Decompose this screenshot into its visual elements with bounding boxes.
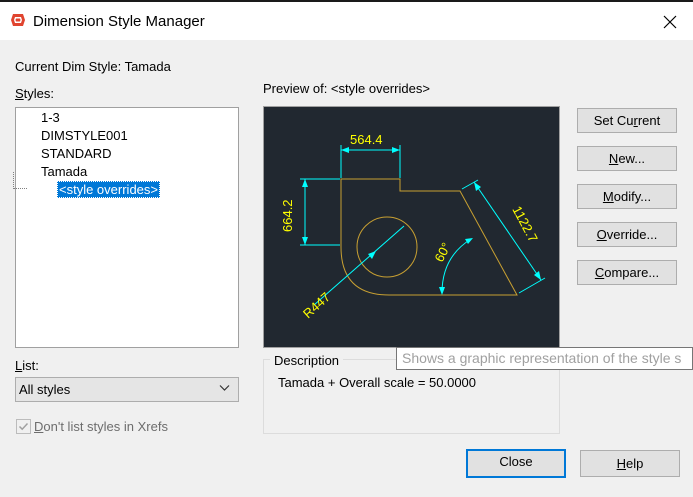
dimension-style-manager-dialog: Dimension Style Manager Current Dim Styl… <box>0 0 693 497</box>
title-bar[interactable]: Dimension Style Manager <box>0 2 693 40</box>
height-dimension <box>300 178 340 246</box>
radius-leader <box>313 225 405 306</box>
width-dim-text: 564.4 <box>350 132 383 147</box>
preview-label: Preview of: <style overrides> <box>263 81 430 96</box>
tree-connector-vertical <box>13 172 14 189</box>
override-button[interactable]: Override... <box>577 222 677 247</box>
style-item-dimstyle001[interactable]: DIMSTYLE001 <box>41 127 128 144</box>
help-button[interactable]: Help <box>580 450 680 477</box>
dimension-preview-drawing: 564.4 664.2 1122.7 60° R447 <box>280 132 546 321</box>
chevron-down-icon <box>219 385 230 391</box>
checkmark-icon <box>18 422 29 431</box>
radius-dim-text: R447 <box>300 289 333 321</box>
height-dim-text: 664.2 <box>280 199 295 232</box>
set-current-button[interactable]: Set Current <box>577 108 677 133</box>
autocad-logo-icon <box>11 14 25 26</box>
new-button[interactable]: New... <box>577 146 677 171</box>
part-outline <box>340 178 518 296</box>
list-label: List: <box>15 358 39 373</box>
preview-tooltip: Shows a graphic representation of the st… <box>396 347 693 370</box>
style-item-style-overrides[interactable]: <style overrides> <box>57 181 160 198</box>
close-window-button[interactable] <box>648 4 692 40</box>
styles-label: Styles: <box>15 86 55 101</box>
style-preview-panel: 564.4 664.2 1122.7 60° R447 <box>263 106 560 348</box>
style-item-tamada[interactable]: Tamada <box>41 163 87 180</box>
style-item-1-3[interactable]: 1-3 <box>41 109 60 126</box>
compare-button[interactable]: Compare... <box>577 260 677 285</box>
list-filter-value: All styles <box>19 382 71 397</box>
styles-list[interactable]: 1-3 DIMSTYLE001 STANDARD Tamada <box>15 107 239 348</box>
description-title: Description <box>270 353 344 368</box>
description-group <box>263 359 560 434</box>
style-item-standard[interactable]: STANDARD <box>41 145 112 162</box>
dont-list-xrefs-label: Don't list styles in Xrefs <box>34 419 168 434</box>
part-hole <box>356 216 418 278</box>
description-text: Tamada + Overall scale = 50.0000 <box>278 375 477 390</box>
tree-connector-horizontal <box>13 188 27 189</box>
current-dim-style-label: Current Dim Style: Tamada <box>15 59 171 74</box>
width-dimension <box>340 145 401 178</box>
window-title: Dimension Style Manager <box>33 13 205 30</box>
diagonal-dim-text: 1122.7 <box>509 203 540 244</box>
angle-dim-text: 60° <box>431 240 453 264</box>
dont-list-xrefs-checkbox[interactable] <box>16 419 31 434</box>
modify-button[interactable]: Modify... <box>577 184 677 209</box>
close-button[interactable]: Close <box>466 449 566 478</box>
list-filter-dropdown[interactable]: All styles <box>15 377 239 402</box>
close-icon <box>663 15 677 29</box>
